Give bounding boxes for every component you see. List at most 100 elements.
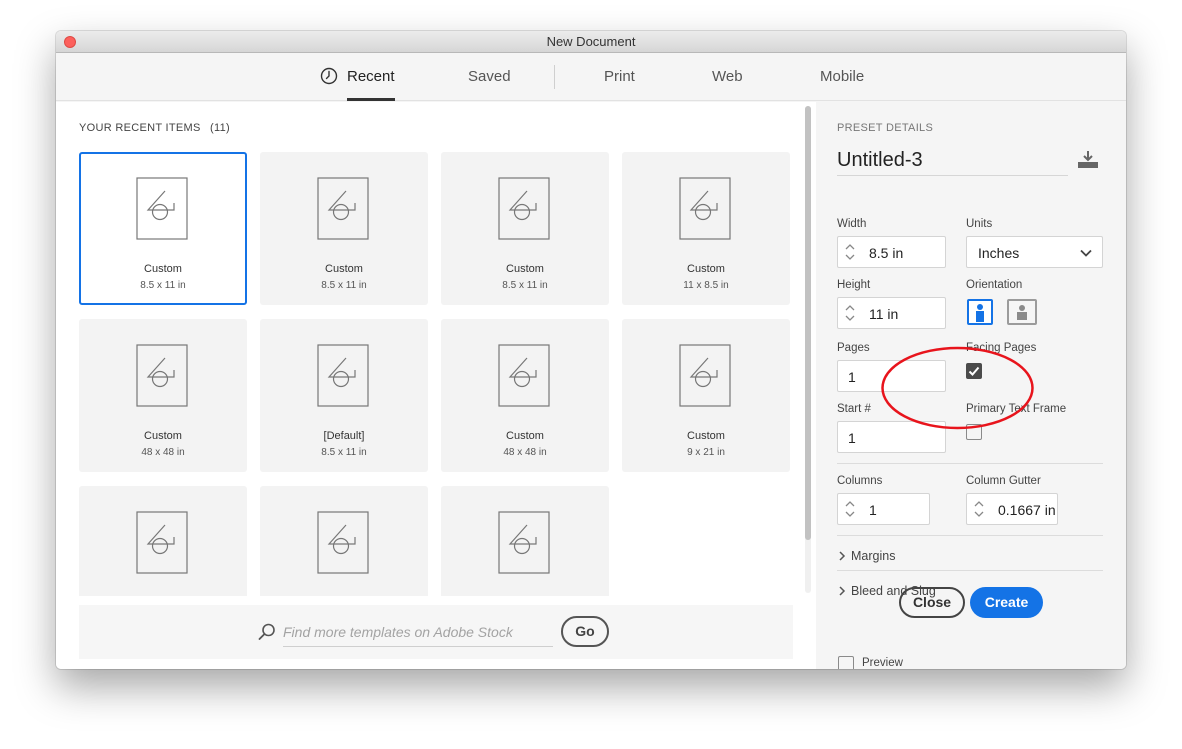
go-button[interactable]: Go	[561, 616, 609, 647]
tab-print-label: Print	[604, 68, 635, 85]
gutter-stepper-icon[interactable]	[971, 497, 987, 521]
document-thumbnail-icon	[679, 177, 731, 240]
document-thumbnail-icon	[136, 177, 188, 240]
tab-mobile[interactable]: Mobile	[820, 53, 864, 101]
orientation-label: Orientation	[966, 279, 1023, 291]
tab-recent-label: Recent	[347, 68, 395, 85]
recent-item-name: Custom	[144, 430, 182, 442]
recent-item-name: Custom	[687, 263, 725, 275]
column-gutter-value: 0.1667 in	[998, 502, 1056, 518]
pages-field[interactable]: 1	[837, 360, 946, 392]
pages-label: Pages	[837, 342, 870, 354]
tab-recent[interactable]: Recent	[320, 53, 395, 101]
document-thumbnail-icon	[498, 344, 550, 407]
height-value: 11 in	[869, 306, 899, 322]
recent-item-size: 48 x 48 in	[141, 447, 185, 458]
tab-saved[interactable]: Saved	[468, 53, 511, 101]
document-name-input[interactable]	[837, 146, 1068, 176]
chevron-right-icon	[839, 551, 846, 561]
column-gutter-field[interactable]: 0.1667 in	[966, 493, 1058, 525]
recent-item-card[interactable]: Custom 8.5 x 11 in	[441, 152, 609, 305]
columns-field[interactable]: 1	[837, 493, 930, 525]
columns-label: Columns	[837, 475, 883, 487]
tab-web-label: Web	[712, 68, 743, 85]
recent-item-size: 48 x 48 in	[503, 447, 547, 458]
start-value: 1	[848, 430, 856, 446]
recent-item-card[interactable]: Custom 11 x 8.5 in	[622, 152, 790, 305]
section-divider	[837, 535, 1103, 536]
title-bar: New Document	[56, 31, 1126, 53]
recent-item-size: 8.5 x 11 in	[321, 280, 367, 291]
portrait-orientation-button[interactable]	[967, 299, 993, 325]
chevron-right-icon	[839, 586, 846, 596]
recent-item-name: Custom	[506, 263, 544, 275]
height-stepper-icon[interactable]	[842, 301, 858, 325]
document-thumbnail-icon	[317, 511, 369, 574]
preset-details-heading: PRESET DETAILS	[837, 122, 934, 134]
recent-items-grid: Custom 8.5 x 11 in Custom 8.5 x 11 in Cu…	[79, 152, 797, 596]
recent-item-size: 8.5 x 11 in	[140, 280, 186, 291]
tab-mobile-label: Mobile	[820, 68, 865, 85]
primary-text-frame-checkbox[interactable]	[966, 424, 982, 440]
start-label: Start #	[837, 403, 871, 415]
clock-icon	[320, 67, 338, 84]
recent-item-card[interactable]	[260, 486, 428, 596]
tab-web[interactable]: Web	[712, 53, 743, 101]
recent-item-name: Custom	[687, 430, 725, 442]
create-button[interactable]: Create	[970, 587, 1043, 618]
recent-item-name: [Default]	[323, 430, 365, 442]
window-title: New Document	[546, 34, 636, 49]
preview-checkbox[interactable]	[838, 656, 854, 669]
recent-item-card[interactable]: Custom 48 x 48 in	[441, 319, 609, 472]
preview-label: Preview	[862, 657, 903, 669]
recent-item-name: Custom	[144, 263, 182, 275]
document-thumbnail-icon	[317, 344, 369, 407]
adobe-stock-search-bar: Go	[79, 605, 793, 659]
recent-item-card[interactable]: Custom 9 x 21 in	[622, 319, 790, 472]
width-stepper-icon[interactable]	[842, 240, 858, 264]
units-dropdown[interactable]: Inches	[966, 236, 1103, 268]
tab-saved-label: Saved	[468, 68, 511, 85]
document-thumbnail-icon	[317, 177, 369, 240]
window-close-button[interactable]	[64, 36, 76, 48]
facing-pages-label: Facing Pages	[966, 342, 1037, 354]
chevron-down-icon	[1080, 249, 1092, 257]
width-value: 8.5 in	[869, 245, 904, 261]
recent-item-size: 8.5 x 11 in	[321, 447, 367, 458]
preset-details-pane: PRESET DETAILS Width 8.5 in Units Inches…	[818, 102, 1126, 669]
tab-divider	[554, 65, 555, 89]
landscape-orientation-button[interactable]	[1007, 299, 1037, 325]
stock-search-input[interactable]	[283, 617, 553, 647]
recent-item-card[interactable]	[441, 486, 609, 596]
recent-item-size: 8.5 x 11 in	[502, 280, 548, 291]
tab-print[interactable]: Print	[604, 53, 635, 101]
columns-stepper-icon[interactable]	[842, 497, 858, 521]
recent-item-size: 11 x 8.5 in	[683, 280, 729, 291]
primary-text-frame-label: Primary Text Frame	[966, 403, 1067, 415]
start-field[interactable]: 1	[837, 421, 946, 453]
margins-label: Margins	[851, 549, 896, 563]
facing-pages-checkbox[interactable]	[966, 363, 982, 379]
section-divider	[837, 570, 1103, 571]
search-icon	[258, 623, 275, 640]
units-value: Inches	[978, 245, 1020, 261]
recent-count: (11)	[210, 122, 230, 134]
recent-item-card[interactable]	[79, 486, 247, 596]
width-field[interactable]: 8.5 in	[837, 236, 946, 268]
recent-item-card[interactable]: Custom 48 x 48 in	[79, 319, 247, 472]
recent-item-name: Custom	[325, 263, 363, 275]
portrait-icon	[976, 304, 984, 322]
height-field[interactable]: 11 in	[837, 297, 946, 329]
close-button[interactable]: Close	[899, 587, 965, 618]
column-gutter-label: Column Gutter	[966, 475, 1041, 487]
recent-item-card[interactable]: Custom 8.5 x 11 in	[79, 152, 247, 305]
columns-value: 1	[869, 502, 877, 518]
save-preset-icon[interactable]	[1076, 150, 1100, 170]
scrollbar-thumb[interactable]	[805, 106, 811, 540]
margins-disclosure[interactable]: Margins	[838, 549, 895, 563]
document-thumbnail-icon	[136, 511, 188, 574]
recent-items-heading: YOUR RECENT ITEMS (11)	[79, 122, 230, 134]
height-label: Height	[837, 279, 871, 291]
recent-item-card[interactable]: Custom 8.5 x 11 in	[260, 152, 428, 305]
recent-item-card[interactable]: [Default] 8.5 x 11 in	[260, 319, 428, 472]
